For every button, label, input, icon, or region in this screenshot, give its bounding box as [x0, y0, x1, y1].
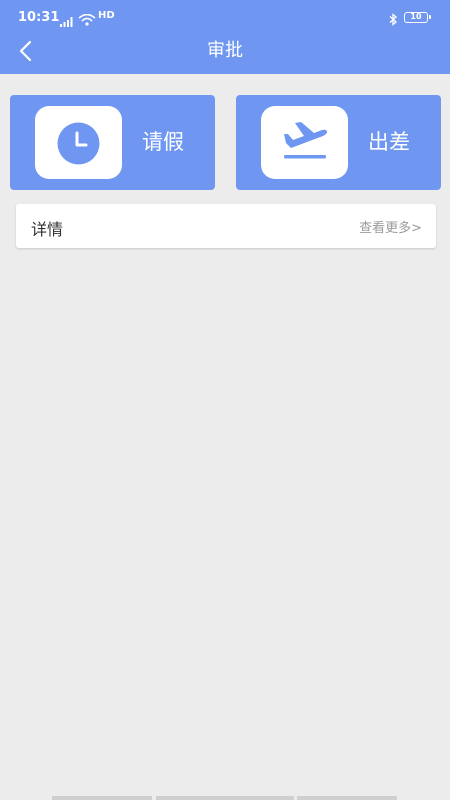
hd-indicator: HD: [98, 10, 115, 21]
leave-request-label: 请假: [142, 130, 184, 154]
details-section: 详情 查看更多>: [16, 204, 436, 248]
bottom-edge: [0, 796, 450, 800]
battery-indicator: 10: [404, 12, 431, 23]
bluetooth-icon: [388, 11, 398, 26]
airplane-departure-icon: [284, 122, 327, 159]
wifi-icon: [78, 11, 96, 26]
business-trip-label: 出差: [368, 130, 410, 154]
signal-icon: [60, 12, 76, 27]
icon-container: [35, 106, 122, 179]
details-title: 详情: [31, 220, 64, 239]
app-header: 10:31 HD 10 审批: [0, 0, 450, 74]
bottom-segment: [52, 796, 152, 800]
bottom-segment: [156, 796, 294, 800]
business-trip-card[interactable]: 出差: [236, 95, 441, 190]
icon-container: [261, 106, 348, 179]
page-title: 审批: [207, 40, 243, 61]
status-bar: 10:31 HD 10: [0, 0, 450, 30]
status-time: 10:31: [18, 10, 60, 25]
clock-icon: [57, 122, 100, 165]
view-more-link[interactable]: 查看更多>: [359, 217, 422, 236]
leave-request-card[interactable]: 请假: [10, 95, 215, 190]
bottom-segment: [297, 796, 397, 800]
